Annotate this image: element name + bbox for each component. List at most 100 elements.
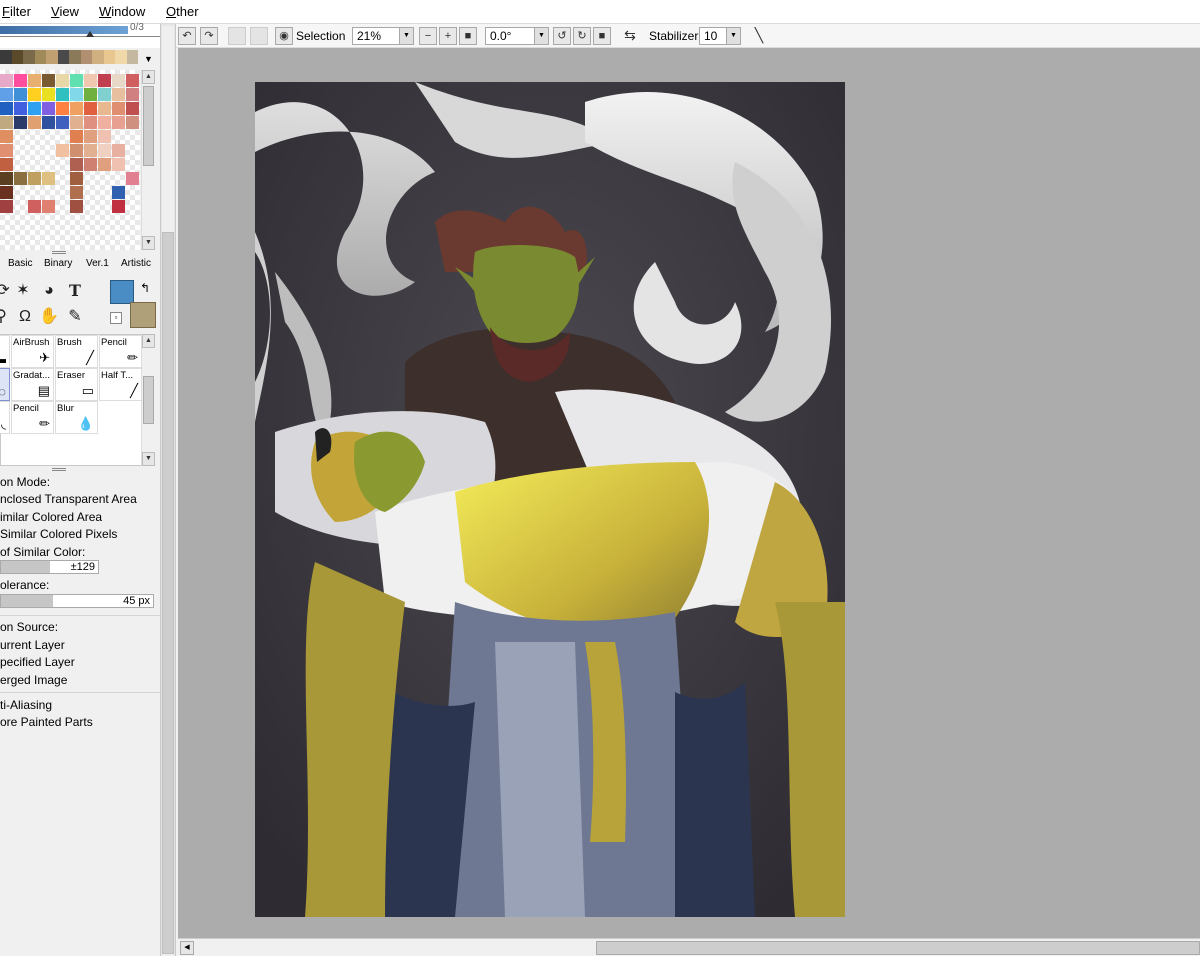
recent-color-swatch[interactable]	[11, 50, 23, 64]
swap-colors-icon[interactable]: ↰	[140, 281, 150, 295]
rotate-reset-icon[interactable]: ■	[593, 27, 611, 45]
transparent-color-icon[interactable]: ▫	[110, 312, 122, 324]
recent-color-swatch[interactable]	[92, 50, 104, 64]
palette-swatch[interactable]	[0, 186, 13, 199]
menu-other[interactable]: Other	[166, 4, 199, 19]
hand-icon[interactable]: ✋	[38, 306, 60, 328]
scroll-thumb[interactable]	[143, 376, 154, 424]
palette-swatch[interactable]	[70, 144, 83, 157]
scroll-down-icon[interactable]: ▼	[142, 236, 155, 250]
scroll-thumb[interactable]	[162, 232, 174, 954]
palette-swatch[interactable]	[0, 74, 13, 87]
palette-swatch[interactable]	[42, 116, 55, 129]
palette-swatch[interactable]	[84, 102, 97, 115]
palette-swatch[interactable]	[112, 116, 125, 129]
undo-icon[interactable]: ↶	[178, 27, 196, 45]
palette-swatch[interactable]	[70, 186, 83, 199]
palette-swatch[interactable]	[112, 200, 125, 213]
palette-swatch[interactable]	[70, 130, 83, 143]
palette-swatch[interactable]	[112, 74, 125, 87]
palette-swatch[interactable]	[28, 200, 41, 213]
palette-swatch[interactable]	[98, 130, 111, 143]
palette-swatch[interactable]	[98, 74, 111, 87]
palette-swatch[interactable]	[56, 88, 69, 101]
palette-swatch[interactable]	[70, 172, 83, 185]
option-similar-colored-pixels[interactable]: Similar Colored Pixels	[0, 527, 117, 541]
color-gradient-bar[interactable]	[0, 26, 128, 34]
palette-swatch[interactable]	[112, 88, 125, 101]
brush-pencil[interactable]: Pencil ✏	[11, 401, 54, 434]
palette-swatch[interactable]	[42, 88, 55, 101]
palette-swatch[interactable]	[0, 144, 13, 157]
palette-swatch[interactable]	[14, 116, 27, 129]
palette-swatch[interactable]	[84, 144, 97, 157]
line-tool-icon[interactable]: ╲	[750, 27, 768, 45]
brush-eraser[interactable]: Eraser ▭	[55, 368, 98, 401]
panel-resize-grip[interactable]	[52, 251, 66, 254]
recent-color-swatch[interactable]	[103, 50, 115, 64]
source-specified-layer[interactable]: pecified Layer	[0, 655, 75, 669]
palette-swatch[interactable]	[70, 102, 83, 115]
palette-swatch[interactable]	[70, 88, 83, 101]
zoom-in-icon[interactable]: +	[439, 27, 457, 45]
source-current-layer[interactable]: urrent Layer	[0, 638, 65, 652]
palette-swatch[interactable]	[42, 172, 55, 185]
flip-icon[interactable]: ⇆	[621, 27, 639, 45]
palette-swatch[interactable]	[98, 116, 111, 129]
menu-filter[interactable]: Filter	[2, 4, 31, 19]
recent-color-swatch[interactable]	[115, 50, 127, 64]
palette-swatch[interactable]	[0, 200, 13, 213]
zoom-select[interactable]: 21% ▼	[352, 27, 414, 45]
palette-swatch[interactable]	[42, 200, 55, 213]
rotate-right-icon[interactable]: ↻	[573, 27, 591, 45]
recent-color-swatch[interactable]	[23, 50, 35, 64]
brush-e[interactable]: e◟	[0, 401, 10, 434]
palette-swatch[interactable]	[14, 74, 27, 87]
palette-swatch[interactable]	[42, 102, 55, 115]
palette-swatch[interactable]	[0, 130, 13, 143]
palette-swatch[interactable]	[112, 144, 125, 157]
text-tool-icon[interactable]: T	[64, 280, 86, 302]
brush-item[interactable]: ▬	[0, 335, 10, 368]
brush-brush[interactable]: Brush ╱	[55, 335, 98, 368]
palette-swatch[interactable]	[28, 172, 41, 185]
scroll-down-icon[interactable]: ▼	[142, 452, 155, 466]
source-merged-image[interactable]: erged Image	[0, 673, 67, 687]
palette-swatch[interactable]	[98, 158, 111, 171]
redo-icon[interactable]: ↷	[200, 27, 218, 45]
palette-swatch[interactable]	[14, 102, 27, 115]
zoom-reset-icon[interactable]: ■	[459, 27, 477, 45]
option-similar-colored-area[interactable]: imilar Colored Area	[0, 510, 102, 524]
palette-swatch[interactable]	[0, 102, 13, 115]
tab-basic[interactable]: Basic	[8, 258, 32, 269]
invert-selection-icon[interactable]	[250, 27, 268, 45]
scroll-up-icon[interactable]: ▲	[142, 70, 155, 84]
palette-swatch[interactable]	[98, 144, 111, 157]
palette-swatch[interactable]	[56, 102, 69, 115]
brush-gradat-[interactable]: Gradat... ▤	[11, 368, 54, 401]
palette-swatch[interactable]	[14, 88, 27, 101]
palette-swatch[interactable]	[98, 88, 111, 101]
scroll-up-icon[interactable]: ▲	[142, 334, 155, 348]
palette-swatch[interactable]	[126, 172, 139, 185]
palette-swatch[interactable]	[84, 116, 97, 129]
palette-swatch[interactable]	[70, 158, 83, 171]
slider-marker[interactable]	[86, 31, 94, 37]
palette-swatch[interactable]	[28, 74, 41, 87]
eye-icon[interactable]: ◉	[275, 27, 293, 45]
recent-color-swatch[interactable]	[57, 50, 69, 64]
scroll-thumb[interactable]	[143, 86, 154, 166]
palette-swatch[interactable]	[14, 172, 27, 185]
similar-color-slider[interactable]: ±129	[0, 560, 99, 574]
palette-swatch[interactable]	[112, 186, 125, 199]
brush-scrollbar[interactable]: ▲ ▼	[141, 334, 155, 466]
palette-swatch[interactable]	[126, 102, 139, 115]
palette-swatch[interactable]	[56, 116, 69, 129]
brush-blur[interactable]: Blur 💧	[55, 401, 98, 434]
magic-wand-icon[interactable]: ✶	[12, 280, 34, 302]
color-palette[interactable]	[0, 70, 140, 250]
rotation-select[interactable]: 0.0° ▼	[485, 27, 549, 45]
menu-view[interactable]: View	[51, 4, 79, 19]
palette-swatch[interactable]	[126, 88, 139, 101]
palette-swatch[interactable]	[70, 116, 83, 129]
